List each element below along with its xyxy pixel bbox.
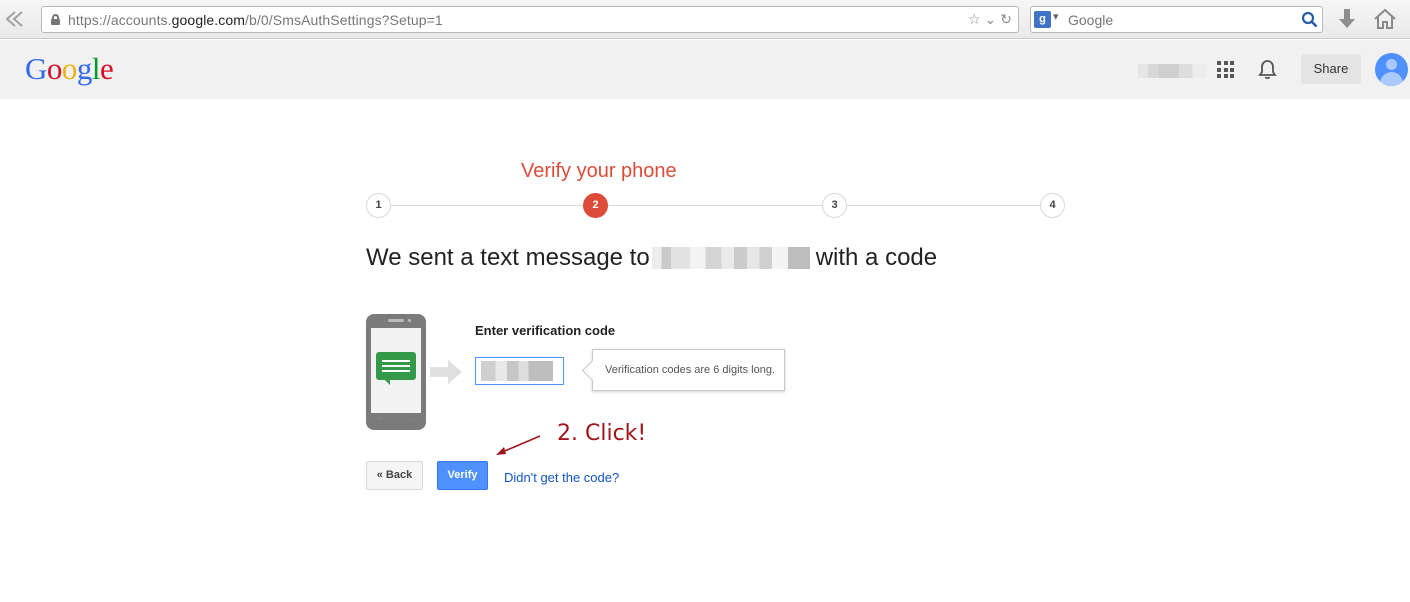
reload-icon[interactable]: ↻ — [1000, 11, 1012, 28]
chevron-down-icon[interactable]: ⌄ — [985, 11, 997, 28]
page-heading: We sent a text message to with a code — [366, 244, 937, 272]
google-header: Google Share — [0, 40, 1410, 99]
step-title: Verify your phone — [521, 160, 677, 182]
apps-grid-icon[interactable] — [1217, 61, 1234, 78]
heading-text-before: We sent a text message to — [366, 244, 650, 271]
logo-letter: G — [25, 51, 47, 86]
phone-illustration: ↩ ⌂ ▭ — [366, 314, 426, 430]
user-name-redacted — [1138, 64, 1206, 78]
code-hint-tooltip: Verification codes are 6 digits long. — [592, 349, 785, 391]
search-icon[interactable] — [1301, 11, 1318, 28]
annotation-arrow-icon — [496, 435, 541, 455]
chevron-down-icon[interactable]: ▾ — [1053, 10, 1059, 23]
logo-letter: l — [91, 51, 101, 86]
logo-letter: g — [76, 51, 93, 86]
share-button[interactable]: Share — [1301, 54, 1361, 84]
logo-letter: e — [100, 51, 114, 86]
annotation-label: 2. Click! — [557, 421, 647, 446]
stepper-line — [379, 205, 1052, 206]
search-bar[interactable]: g ▾ Google — [1030, 6, 1323, 33]
google-logo[interactable]: Google — [25, 51, 114, 87]
resend-code-link[interactable]: Didn't get the code? — [504, 470, 619, 485]
notifications-bell-icon[interactable] — [1258, 59, 1277, 80]
verify-button[interactable]: Verify — [437, 461, 488, 490]
code-value-redacted — [481, 361, 553, 381]
back-button[interactable]: « Back — [366, 461, 423, 490]
code-label: Enter verification code — [475, 323, 616, 338]
phone-number-redacted — [651, 247, 810, 269]
back-history-icon[interactable] — [4, 8, 28, 30]
lock-icon — [51, 14, 60, 25]
message-bubble-icon — [376, 352, 416, 385]
google-engine-icon[interactable]: g — [1034, 11, 1051, 28]
arrow-right-icon — [430, 360, 462, 384]
bookmark-star-icon[interactable]: ☆ — [968, 11, 981, 28]
search-input[interactable]: Google — [1068, 12, 1113, 28]
download-icon[interactable] — [1337, 7, 1357, 31]
url-text[interactable]: https://accounts.google.com/b/0/SmsAuthS… — [68, 12, 443, 28]
step-1: 1 — [366, 193, 391, 218]
heading-text-after: with a code — [815, 244, 938, 271]
browser-toolbar: https://accounts.google.com/b/0/SmsAuthS… — [0, 0, 1410, 39]
avatar[interactable] — [1375, 53, 1408, 86]
step-2-active: 2 — [583, 193, 608, 218]
verification-code-input[interactable] — [475, 357, 564, 385]
home-icon[interactable] — [1373, 7, 1397, 31]
step-4: 4 — [1040, 193, 1065, 218]
logo-letter: o — [61, 51, 78, 86]
url-bar[interactable]: https://accounts.google.com/b/0/SmsAuthS… — [41, 6, 1019, 33]
logo-letter: o — [46, 51, 63, 86]
step-3: 3 — [822, 193, 847, 218]
